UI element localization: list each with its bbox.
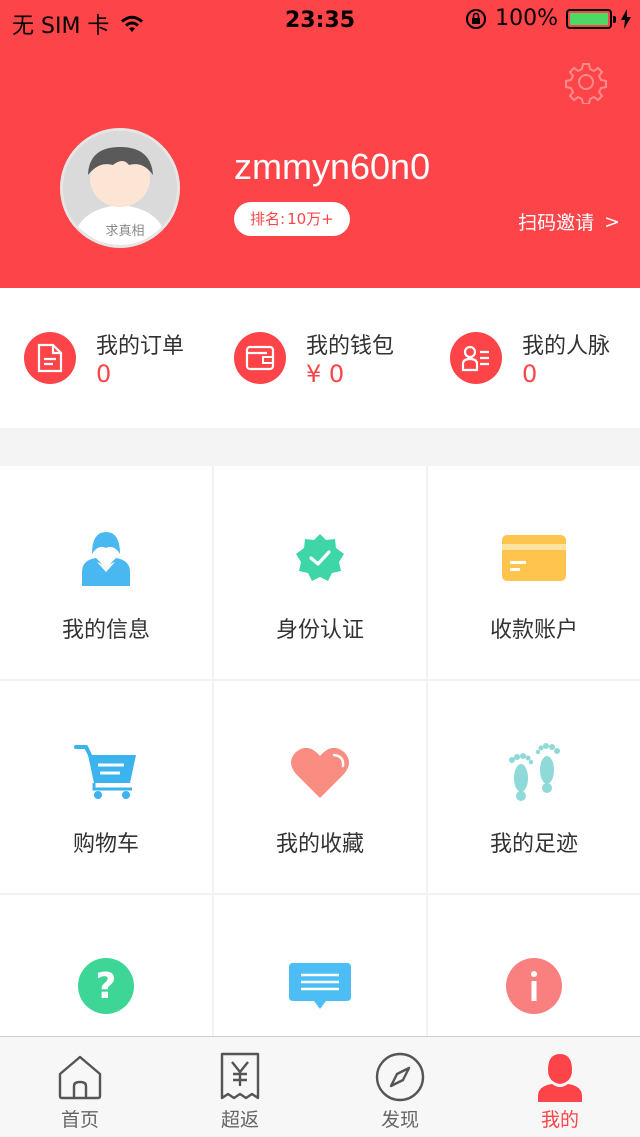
- svg-text:?: ?: [96, 966, 117, 1007]
- tab-label: 发现: [380, 1109, 419, 1131]
- feature-grid: 我的信息 身份认证 收款账户 购物车 我的收藏 我的足迹 ?: [0, 466, 640, 1036]
- rank-badge: 排名: 10万+: [234, 202, 350, 236]
- receipt-yen-icon: [214, 1051, 266, 1103]
- person-icon: [534, 1051, 586, 1103]
- grid-item-label: 我的信息: [61, 618, 150, 643]
- battery-percent: 100%: [495, 6, 558, 31]
- wallet-icon: [234, 332, 286, 384]
- grid-item-cart[interactable]: 购物车: [0, 680, 212, 892]
- avatar-illustration: 求真相: [63, 131, 177, 245]
- contacts-icon: [450, 332, 502, 384]
- tab-cashback[interactable]: 超返: [160, 1037, 320, 1137]
- tab-home[interactable]: 首页: [0, 1037, 160, 1137]
- stat-contacts[interactable]: 我的人脉 0: [450, 328, 630, 388]
- invite-label: 扫码邀请: [518, 212, 595, 234]
- message-icon: [288, 954, 352, 1018]
- grid-item-label: 我的足迹: [489, 832, 578, 857]
- stat-orders-value: 0: [96, 360, 112, 388]
- username: zmmyn60n0: [234, 146, 431, 187]
- cart-icon: [74, 740, 138, 804]
- status-bar: 无 SIM 卡 23:35 100%: [0, 0, 640, 40]
- tab-label: 我的: [540, 1109, 579, 1131]
- stat-contacts-label: 我的人脉: [522, 334, 611, 359]
- stat-orders-label: 我的订单: [96, 334, 185, 359]
- grid-item-payment-account[interactable]: 收款账户: [428, 466, 640, 678]
- grid-item-label: 身份认证: [275, 618, 364, 643]
- avatar-watermark: 求真相: [105, 224, 144, 239]
- battery-icon: [566, 8, 616, 29]
- status-right: 100%: [465, 6, 632, 31]
- charging-icon: [621, 8, 631, 29]
- rank-value: 10万+: [287, 210, 334, 228]
- heart-icon: [288, 740, 352, 804]
- question-icon: ?: [74, 954, 138, 1018]
- stat-contacts-value: 0: [522, 360, 538, 388]
- stat-wallet-value: ¥ 0: [306, 360, 345, 388]
- grid-item-label: 购物车: [72, 832, 139, 857]
- verified-badge-icon: [288, 526, 352, 590]
- grid-item-footprints[interactable]: 我的足迹: [428, 680, 640, 892]
- grid-item-favorites[interactable]: 我的收藏: [214, 680, 426, 892]
- tab-label: 首页: [60, 1109, 99, 1131]
- profile-header: 求真相 zmmyn60n0 排名: 10万+ 扫码邀请 >: [0, 40, 640, 288]
- user-info-icon: [74, 526, 138, 590]
- stat-wallet[interactable]: 我的钱包 ¥ 0: [234, 328, 424, 388]
- grid-item-label: 收款账户: [489, 618, 578, 643]
- stat-orders[interactable]: 我的订单 0: [24, 328, 214, 388]
- info-icon: [502, 954, 566, 1018]
- tab-discover[interactable]: 发现: [320, 1037, 480, 1137]
- tab-mine[interactable]: 我的: [480, 1037, 640, 1137]
- footprints-icon: [502, 740, 566, 804]
- chevron-right-icon: >: [604, 210, 620, 233]
- bank-card-icon: [502, 526, 566, 590]
- tab-bar: 首页 超返 发现 我的: [0, 1036, 640, 1136]
- home-icon: [54, 1051, 106, 1103]
- gear-icon[interactable]: [564, 60, 608, 104]
- document-icon: [24, 332, 76, 384]
- compass-icon: [374, 1051, 426, 1103]
- rank-label: 排名:: [250, 210, 286, 228]
- stat-wallet-label: 我的钱包: [306, 334, 395, 359]
- grid-item-my-info[interactable]: 我的信息: [0, 466, 212, 678]
- avatar[interactable]: 求真相: [60, 128, 180, 248]
- tab-label: 超返: [220, 1109, 259, 1131]
- grid-item-label: 我的收藏: [275, 832, 364, 857]
- orientation-lock-icon: [466, 8, 487, 29]
- grid-item-identity[interactable]: 身份认证: [214, 466, 426, 678]
- scan-invite-link[interactable]: 扫码邀请 >: [518, 208, 620, 235]
- stats-row: 我的订单 0 我的钱包 ¥ 0 我的人脉 0: [0, 288, 640, 428]
